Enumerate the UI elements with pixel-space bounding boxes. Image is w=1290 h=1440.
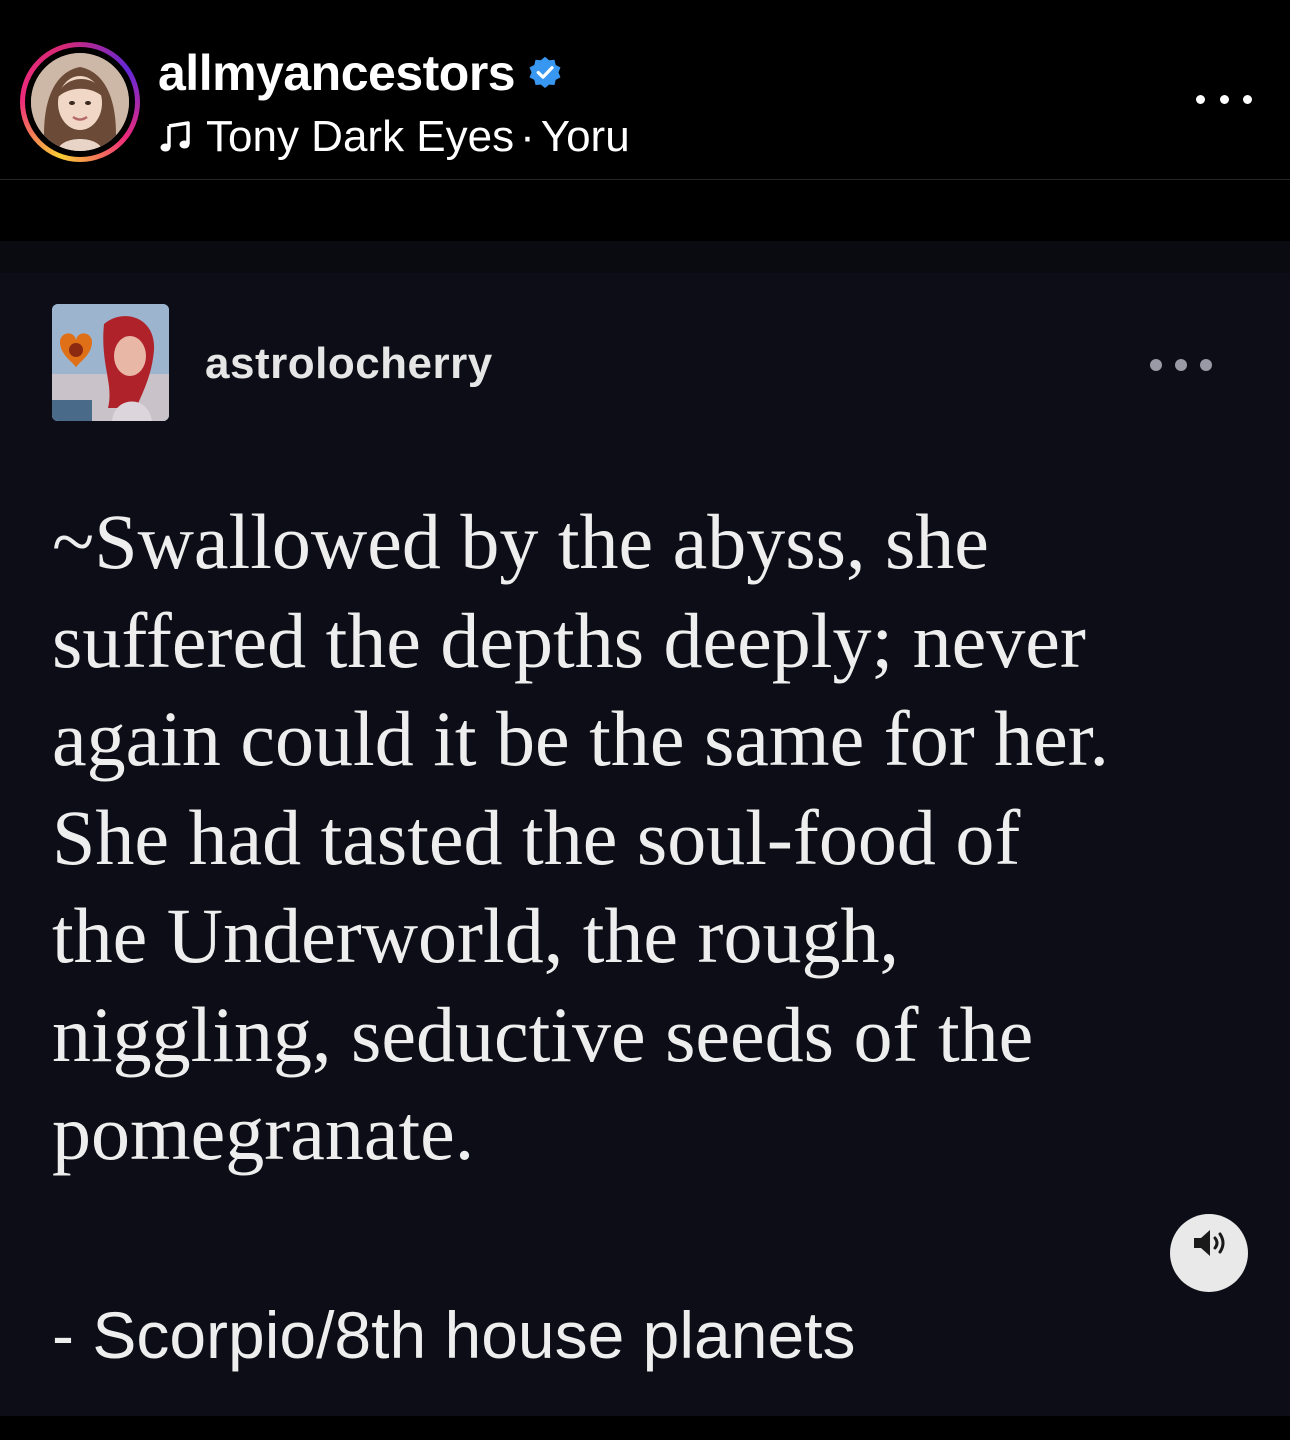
quote-line: suffered the depths deeply; never [52,596,1086,684]
story-ring[interactable] [20,42,140,162]
post-media[interactable]: astrolocherry ~Swallowed by the abyss, s… [0,181,1290,1440]
tumblr-more-dot [1175,359,1187,371]
more-dot [1243,94,1252,104]
verified-badge-icon [529,56,561,89]
more-options-button[interactable] [1196,86,1252,112]
media-bottom-edge [0,1416,1290,1440]
audio-separator: · [520,112,535,161]
avatar-image [31,53,129,151]
avatar[interactable] [31,53,129,151]
username-row: allmyancestors [158,44,563,102]
tumblr-username: astrolocherry [205,339,493,388]
audio-track: Yoru [540,112,630,161]
more-dot [1219,94,1229,104]
username[interactable]: allmyancestors [158,44,516,102]
more-dot [1196,94,1205,104]
quote-line: niggling, seductive seeds of the [52,990,1034,1078]
tumblr-avatar [52,304,169,421]
quote-line: ~Swallowed by the abyss, she [52,498,989,585]
tumblr-avatar-image [52,304,169,421]
audio-artist: Tony Dark Eyes [206,112,515,161]
tumblr-post-image: astrolocherry ~Swallowed by the abyss, s… [0,241,1290,1416]
quote-line: again could it be the same for her. [52,695,1109,782]
tumblr-more-icon [1150,358,1212,372]
music-note-icon [160,121,190,152]
tumblr-more-dot [1150,359,1162,371]
audio-toggle-button[interactable] [1170,1214,1248,1292]
tumblr-more-dot [1200,359,1212,371]
post-header: allmyancestors Tony Dark Eyes · Yoru [0,0,1290,180]
quote-line: the Underworld, the rough, [52,892,899,979]
quote-signature: - Scorpio/8th house planets [52,1298,856,1372]
tumblr-top-band [0,241,1290,273]
audio-attribution[interactable]: Tony Dark Eyes · Yoru [158,110,630,164]
quote-text: ~Swallowed by the abyss, she suffered th… [52,493,1262,1183]
quote-line: She had tasted the soul-food of [52,793,1021,881]
quote-line: pomegranate. [52,1089,475,1176]
speaker-icon [1194,1230,1225,1256]
